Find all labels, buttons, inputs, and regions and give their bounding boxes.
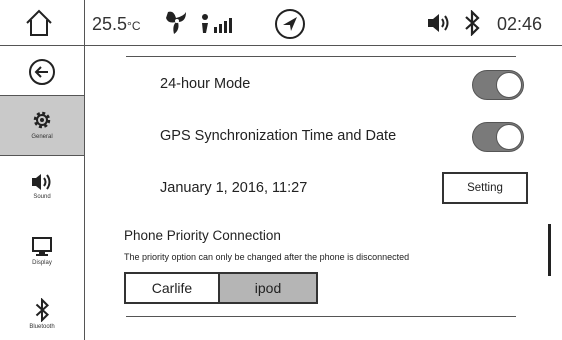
sidebar: General Sound Display Bluetooth xyxy=(0,46,85,340)
hour-mode-label: 24-hour Mode xyxy=(160,76,251,92)
status-divider xyxy=(84,0,85,46)
fan-icon xyxy=(166,11,186,34)
monitor-icon xyxy=(32,237,52,256)
date-time-value: January 1, 2016, 11:27 xyxy=(160,180,308,196)
clock: 02:46 xyxy=(497,14,543,34)
gps-sync-toggle[interactable] xyxy=(472,122,524,152)
gps-sync-label: GPS Synchronization Time and Date xyxy=(160,128,397,144)
option-carlife[interactable]: Carlife xyxy=(124,272,220,304)
sidebar-item-label: General xyxy=(31,134,53,140)
temperature-readout: 25.5°C xyxy=(92,14,141,34)
divider xyxy=(126,316,516,317)
sidebar-item-label: Sound xyxy=(33,194,51,200)
bluetooth-icon[interactable] xyxy=(464,10,480,36)
signal-icon xyxy=(202,14,232,33)
volume-icon[interactable] xyxy=(426,12,452,34)
bluetooth-icon xyxy=(35,298,50,322)
back-button[interactable] xyxy=(0,46,84,96)
setting-button[interactable]: Setting xyxy=(442,172,528,204)
sidebar-item-display[interactable]: Display xyxy=(0,224,84,284)
navigation-icon[interactable] xyxy=(274,8,306,40)
status-bar: 25.5°C 02:46 xyxy=(0,0,562,46)
sidebar-item-general[interactable]: General xyxy=(0,96,84,156)
sidebar-item-sound[interactable]: Sound xyxy=(0,160,84,220)
sidebar-item-label: Bluetooth xyxy=(29,324,55,330)
sidebar-item-bluetooth[interactable]: Bluetooth xyxy=(0,286,84,340)
gear-icon xyxy=(33,111,51,129)
scrollbar[interactable] xyxy=(548,224,551,276)
option-ipod[interactable]: ipod xyxy=(218,272,318,304)
toggle-knob xyxy=(496,124,522,150)
back-arrow-icon xyxy=(29,59,55,85)
divider xyxy=(126,56,516,57)
hour-mode-toggle[interactable] xyxy=(472,70,524,100)
phone-priority-note: The priority option can only be changed … xyxy=(124,252,410,262)
toggle-knob xyxy=(496,72,522,98)
home-icon[interactable] xyxy=(24,8,54,38)
settings-panel: 24-hour Mode GPS Synchronization Time an… xyxy=(86,46,562,340)
speaker-icon xyxy=(32,174,51,190)
sidebar-item-label: Display xyxy=(32,260,52,266)
phone-priority-title: Phone Priority Connection xyxy=(124,228,281,243)
